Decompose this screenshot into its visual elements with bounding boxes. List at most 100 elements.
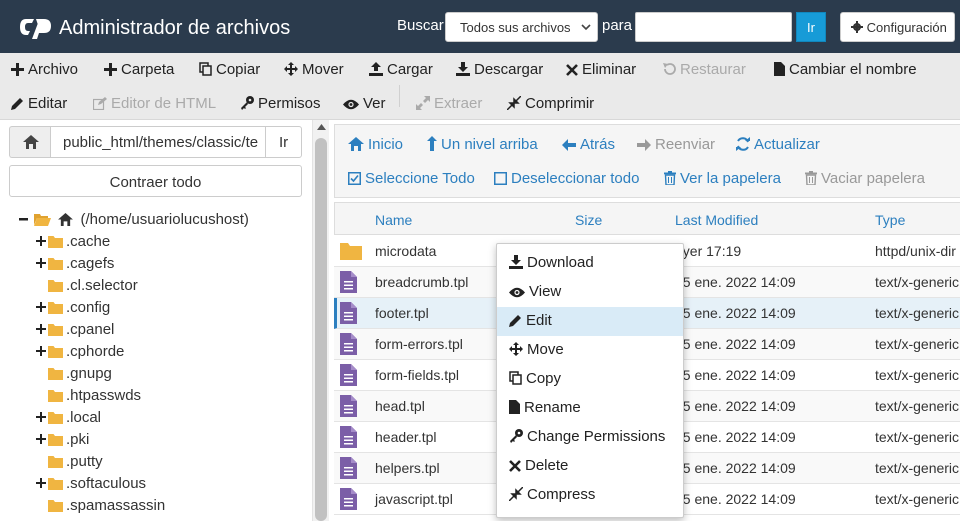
tree-folder-item[interactable]: .cagefs	[36, 255, 114, 272]
file-name[interactable]: microdata	[375, 243, 436, 259]
tree-folder-label: .gnupg	[66, 365, 112, 382]
ctx-download[interactable]: Download	[497, 249, 683, 278]
expand-plus-icon[interactable]	[36, 299, 48, 316]
extract-button[interactable]: Extraer	[416, 95, 482, 112]
permissions-button[interactable]: Permisos	[240, 95, 321, 112]
trash-icon	[664, 171, 676, 186]
collapse-all-button[interactable]: Contraer todo	[9, 165, 302, 197]
folder-icon	[48, 456, 63, 468]
nav-forward-button[interactable]: Reenviar	[637, 136, 715, 153]
tree-folder-item[interactable]: .cpanel	[36, 321, 114, 338]
edit-button[interactable]: Editar	[11, 95, 67, 112]
ctx-compress[interactable]: Compress	[497, 481, 683, 510]
tree-folder-label: .putty	[66, 453, 103, 470]
settings-button[interactable]: Configuración	[840, 12, 955, 42]
tree-folder-item[interactable]: .cache	[36, 233, 110, 250]
expand-plus-icon[interactable]	[36, 233, 48, 250]
file-text-icon	[340, 302, 357, 324]
settings-label: Configuración	[866, 20, 947, 35]
file-name[interactable]: footer.tpl	[375, 305, 429, 321]
file-name[interactable]: javascript.tpl	[375, 491, 453, 507]
path-input[interactable]: public_html/themes/classic/te	[50, 126, 266, 158]
scrollbar-thumb[interactable]	[315, 138, 327, 521]
folder-icon	[48, 368, 63, 380]
ctx-move[interactable]: Move	[497, 336, 683, 365]
tree-folder-item[interactable]: .cl.selector	[36, 277, 138, 294]
tree-folder-item[interactable]: .cphorde	[36, 343, 124, 360]
folder-icon	[48, 302, 63, 314]
upload-button[interactable]: Cargar	[369, 61, 433, 78]
tree-folder-item[interactable]: .softaculous	[36, 475, 146, 492]
home-icon	[58, 213, 74, 226]
search-scope-select[interactable]: Todos sus archivos	[445, 12, 598, 42]
copy-button[interactable]: Copiar	[199, 61, 260, 78]
file-name[interactable]: helpers.tpl	[375, 460, 440, 476]
expand-plus-icon[interactable]	[36, 409, 48, 426]
nav-up-button[interactable]: Un nivel arriba	[427, 136, 538, 153]
home-icon	[348, 137, 364, 151]
file-name[interactable]: form-errors.tpl	[375, 336, 463, 352]
empty-trash-button[interactable]: Vaciar papelera	[805, 170, 925, 187]
tree-folder-label: .softaculous	[66, 475, 147, 492]
download-button[interactable]: Descargar	[456, 61, 543, 78]
folder-icon	[48, 478, 63, 490]
file-name[interactable]: head.tpl	[375, 398, 425, 414]
tree-folder-item[interactable]: .pki	[36, 431, 89, 448]
ctx-edit[interactable]: Edit	[497, 307, 683, 336]
search-go-button[interactable]: Ir	[796, 12, 826, 42]
file-text-icon	[340, 364, 357, 386]
expand-plus-icon[interactable]	[36, 321, 48, 338]
rename-button[interactable]: Cambiar el nombre	[774, 61, 917, 78]
nav-refresh-button[interactable]: Actualizar	[736, 136, 820, 153]
tree-root[interactable]: (/home/usuariolucushost)	[19, 211, 249, 228]
ctx-change-permissions[interactable]: Change Permissions	[497, 423, 683, 452]
column-type[interactable]: Type	[875, 212, 905, 228]
delete-button[interactable]: Eliminar	[566, 61, 636, 78]
html-editor-button[interactable]: Editor de HTML	[92, 95, 216, 112]
checkbox-empty-icon	[494, 172, 507, 185]
column-name[interactable]: Name	[375, 212, 412, 228]
tree-folder-label: .local	[66, 409, 102, 426]
file-modified: 15 ene. 2022 14:09	[675, 429, 796, 445]
expand-icon	[416, 96, 430, 110]
ctx-delete[interactable]: Delete	[497, 452, 683, 481]
path-go-button[interactable]: Ir	[265, 126, 302, 158]
expand-plus-icon[interactable]	[36, 343, 48, 360]
close-icon	[509, 460, 521, 472]
new-file-button[interactable]: Archivo	[11, 61, 78, 78]
expand-plus-icon[interactable]	[36, 431, 48, 448]
view-button[interactable]: Ver	[343, 95, 386, 112]
ctx-rename[interactable]: Rename	[497, 394, 683, 423]
restore-button[interactable]: Restaurar	[662, 61, 746, 78]
column-size[interactable]: Size	[575, 212, 602, 228]
column-last-modified[interactable]: Last Modified	[675, 212, 758, 228]
file-modified: 15 ene. 2022 14:09	[675, 305, 796, 321]
search-input[interactable]	[635, 12, 792, 42]
compress-button[interactable]: Comprimir	[506, 95, 594, 112]
ctx-copy[interactable]: Copy	[497, 365, 683, 394]
nav-home-button[interactable]: Inicio	[348, 136, 403, 153]
file-name[interactable]: form-fields.tpl	[375, 367, 459, 383]
folder-icon	[48, 258, 63, 270]
file-name[interactable]: breadcrumb.tpl	[375, 274, 468, 290]
tree-folder-item[interactable]: .config	[36, 299, 110, 316]
expand-plus-icon[interactable]	[36, 475, 48, 492]
file-name[interactable]: header.tpl	[375, 429, 437, 445]
sidebar-scrollbar[interactable]	[312, 120, 329, 521]
tree-folder-item[interactable]: .local	[36, 409, 101, 426]
expand-plus-icon[interactable]	[36, 255, 48, 272]
tree-folder-item[interactable]: .htpasswds	[36, 387, 141, 404]
view-trash-button[interactable]: Ver la papelera	[664, 170, 781, 187]
deselect-all-button[interactable]: Deseleccionar todo	[494, 170, 639, 187]
file-type: text/x-generic	[875, 274, 960, 290]
tree-folder-item[interactable]: .gnupg	[36, 365, 112, 382]
tree-folder-label: .cpanel	[66, 321, 115, 338]
tree-folder-item[interactable]: .putty	[36, 453, 103, 470]
nav-back-button[interactable]: Atrás	[562, 136, 615, 153]
path-home-button[interactable]	[9, 126, 51, 158]
select-all-button[interactable]: Seleccione Todo	[348, 170, 475, 187]
tree-folder-item[interactable]: .spamassassin	[36, 497, 165, 514]
ctx-view[interactable]: View	[497, 278, 683, 307]
move-button[interactable]: Mover	[284, 61, 344, 78]
new-folder-button[interactable]: Carpeta	[104, 61, 174, 78]
